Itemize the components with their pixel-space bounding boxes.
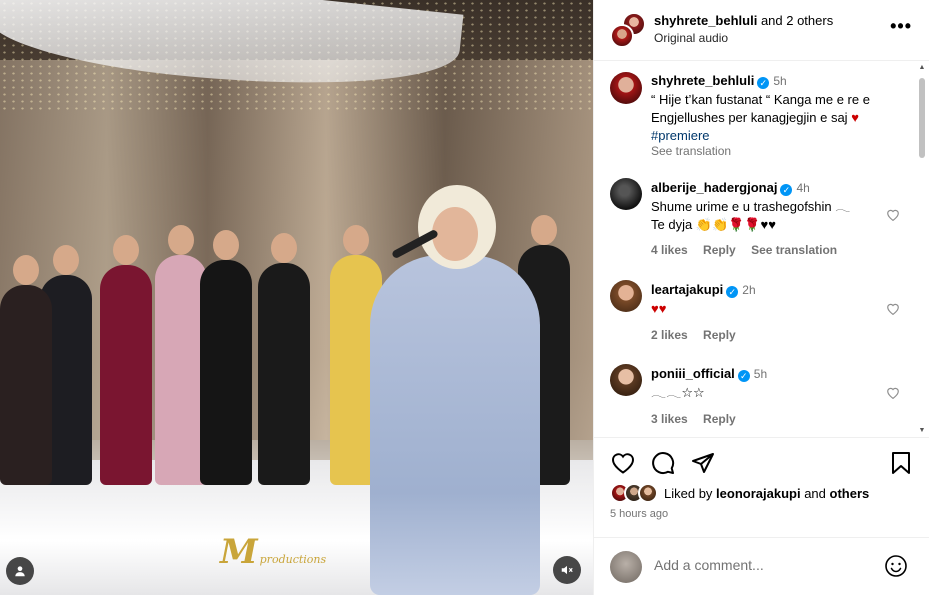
comment-text: ♥♥	[651, 301, 667, 316]
collab-avatars[interactable]	[610, 12, 646, 48]
scroll-up-arrow-icon[interactable]: ▲	[918, 64, 926, 71]
comment-time[interactable]: 5h	[754, 367, 767, 381]
liked-by-text: Liked by leonorajakupi and others	[664, 486, 870, 501]
mute-icon[interactable]	[553, 556, 581, 584]
comment-time[interactable]: 4h	[796, 181, 809, 195]
avatar[interactable]	[638, 483, 658, 503]
reply-button[interactable]: Reply	[703, 412, 736, 426]
comment-author[interactable]: shyhrete_behluli ✓ 5h	[651, 73, 787, 89]
share-icon[interactable]	[690, 450, 716, 476]
avatar[interactable]	[610, 72, 642, 104]
verified-icon: ✓	[757, 77, 770, 89]
verified-icon: ✓	[737, 370, 750, 382]
collab-suffix[interactable]: and 2 others	[761, 13, 833, 28]
scroll-down-arrow-icon[interactable]: ▼	[918, 427, 926, 434]
comment-time[interactable]: 2h	[742, 283, 755, 297]
comment-author[interactable]: alberije_hadergjonaj ✓ 4h	[651, 180, 810, 196]
see-translation-link[interactable]: See translation	[751, 243, 837, 257]
comment-meta: 3 likes Reply	[651, 412, 748, 426]
post-side-panel: shyhrete_behluli and 2 others Original a…	[593, 0, 929, 595]
liked-by-user-link[interactable]: leonorajakupi	[716, 486, 801, 501]
verified-icon: ✓	[726, 286, 739, 298]
post-header: shyhrete_behluli and 2 others Original a…	[594, 0, 929, 61]
comment-meta: 4 likes Reply See translation	[651, 243, 849, 257]
post-timestamp[interactable]: 5 hours ago	[610, 508, 668, 520]
comment-like-heart-icon[interactable]	[886, 208, 900, 224]
comments-list: shyhrete_behluli ✓ 5h “ Hije t’kan fustana…	[594, 62, 929, 436]
comments-scrollbar[interactable]: ▲ ▼	[918, 64, 926, 434]
heart-icon[interactable]	[610, 450, 636, 476]
comment-likes[interactable]: 2 likes	[651, 328, 688, 342]
post-actions: Liked by leonorajakupi and others 5 hour…	[594, 437, 929, 547]
avatar[interactable]	[610, 364, 642, 396]
comment-like-heart-icon[interactable]	[886, 386, 900, 402]
scrollbar-thumb[interactable]	[919, 78, 925, 158]
post-author[interactable]: shyhrete_behluli and 2 others	[654, 13, 833, 28]
add-comment-bar	[594, 537, 929, 595]
comment-author[interactable]: leartajakupi ✓ 2h	[651, 282, 756, 298]
reply-button[interactable]: Reply	[703, 243, 736, 257]
hashtag-link[interactable]: #premiere	[651, 127, 901, 145]
avatar[interactable]	[610, 280, 642, 312]
post-media-video[interactable]: Mproductions	[0, 0, 593, 595]
comment-likes[interactable]: 3 likes	[651, 412, 688, 426]
guest-figure	[258, 233, 310, 485]
audio-link[interactable]: Original audio	[654, 31, 728, 45]
avatar[interactable]	[610, 24, 634, 48]
comment-text: “ Hije t’kan fustanat “ Kanga me e re e …	[651, 91, 901, 145]
bookmark-icon[interactable]	[888, 450, 914, 476]
comment-input[interactable]	[654, 557, 864, 573]
user-tag-icon[interactable]	[6, 557, 34, 585]
watermark-logo: Mproductions	[220, 532, 327, 572]
guest-figure	[200, 230, 252, 485]
emoji-icon[interactable]	[884, 554, 908, 578]
comment-meta: 2 likes Reply	[651, 328, 748, 342]
comment-text: 𓂃𓂃☆☆	[651, 385, 705, 400]
comment-like-heart-icon[interactable]	[886, 302, 900, 318]
comment-time[interactable]: 5h	[773, 74, 786, 88]
comment-author[interactable]: poniii_official ✓ 5h	[651, 366, 767, 382]
avatar	[610, 551, 642, 583]
liked-by-others-link[interactable]: others	[830, 486, 870, 501]
singer-figure	[370, 185, 540, 595]
verified-icon: ✓	[780, 184, 793, 196]
comment-text: Shume urime e u trashegofshin 𓂃 Te dyja …	[651, 199, 851, 232]
guest-figure	[0, 255, 52, 485]
guest-figure	[100, 235, 152, 485]
avatar[interactable]	[610, 178, 642, 210]
author-username[interactable]: shyhrete_behluli	[654, 13, 757, 28]
reply-button[interactable]: Reply	[703, 328, 736, 342]
comment-icon[interactable]	[650, 450, 676, 476]
see-translation-link[interactable]: See translation	[651, 144, 731, 158]
comment-likes[interactable]: 4 likes	[651, 243, 688, 257]
more-icon[interactable]: •••	[890, 16, 912, 37]
